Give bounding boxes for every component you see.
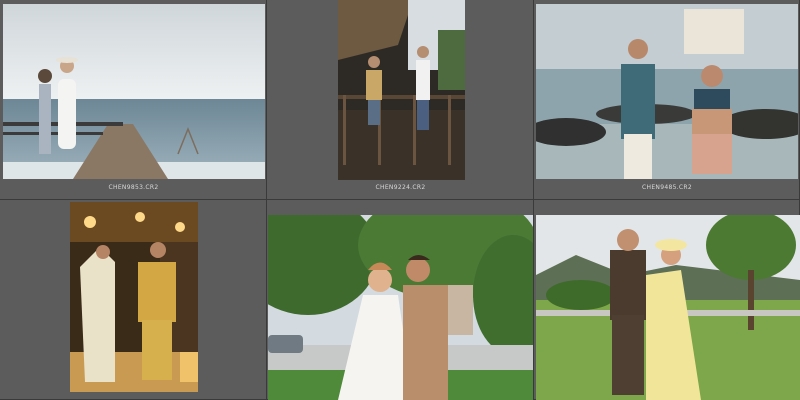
photo-thumbnail-4[interactable] <box>70 202 198 392</box>
photo-thumbnail-3[interactable] <box>536 4 798 179</box>
filename-label-2: CHEN9224.CR2 <box>375 184 426 191</box>
filename-label-1: CHEN9853.CR2 <box>108 184 159 191</box>
photo-thumbnail-1[interactable] <box>3 4 265 179</box>
photo-thumbnail-6[interactable] <box>536 215 800 400</box>
filename-label-3: CHEN9485.CR2 <box>642 184 692 191</box>
photo-thumbnail-2[interactable] <box>338 0 465 180</box>
photo-thumbnail-5[interactable] <box>268 215 533 400</box>
